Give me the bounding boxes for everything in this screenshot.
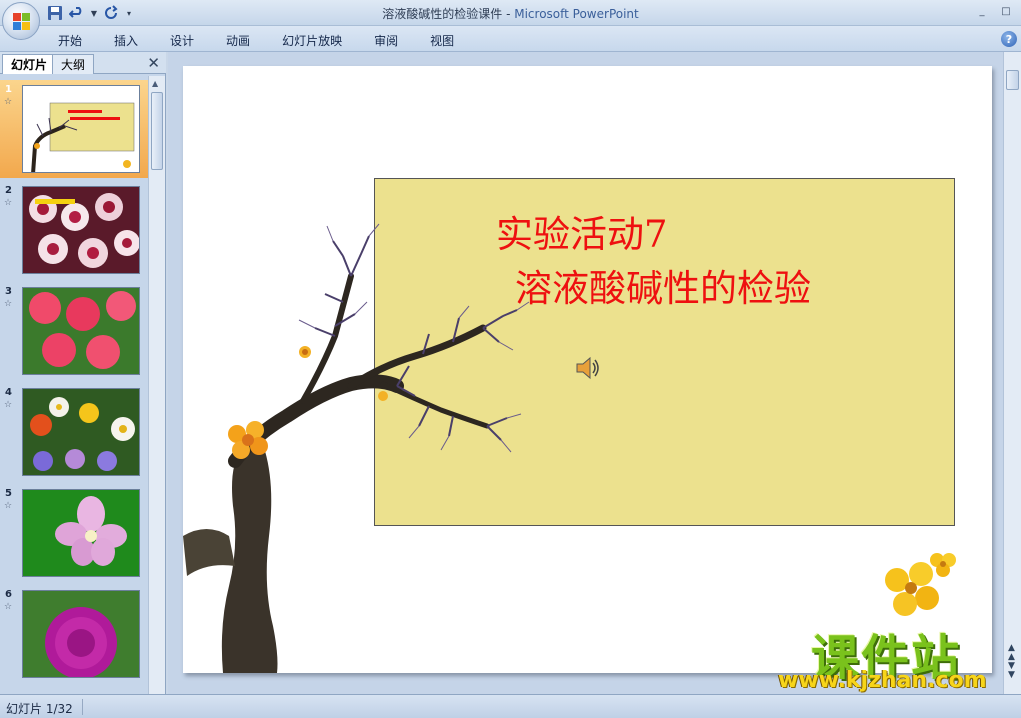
- slide-scrollbar[interactable]: ▲ ▲ ▼ ▼: [1003, 52, 1021, 694]
- watermark-url: www.kjzhan.com: [778, 668, 987, 693]
- tab-insert[interactable]: 插入: [102, 30, 150, 51]
- slide-thumbnail-1[interactable]: 1 ☆: [0, 80, 148, 178]
- powerpoint-window: ▼ ▾ 溶液酸碱性的检验课件 - Microsoft PowerPoint _ …: [0, 0, 1021, 718]
- ribbon: 开始 插入 设计 动画 幻灯片放映 审阅 视图 ?: [0, 26, 1021, 52]
- speaker-sound-icon[interactable]: [573, 354, 601, 382]
- scrollbar-thumb[interactable]: [1006, 70, 1019, 90]
- slide-canvas[interactable]: 实验活动7 溶液酸碱性的检验: [183, 66, 992, 673]
- slide-thumbnail-image: [22, 287, 140, 375]
- slide-title-line-2[interactable]: 溶液酸碱性的检验: [515, 258, 811, 312]
- pane-tabs: 幻灯片 大纲 ✕: [0, 52, 166, 74]
- office-logo-icon: [13, 13, 31, 31]
- tab-review[interactable]: 审阅: [362, 30, 410, 51]
- slide-thumbnail-4[interactable]: 4 ☆: [0, 383, 148, 481]
- office-button[interactable]: [2, 2, 40, 40]
- tab-animations[interactable]: 动画: [214, 30, 262, 51]
- window-controls: _ □: [971, 2, 1017, 20]
- slide-thumbnail-image: [22, 186, 140, 274]
- slides-pane: 幻灯片 大纲 ✕ 1 ☆ 2 ☆ 3 ☆ 4 ☆ 5 ☆ 6 ☆ ▲: [0, 52, 166, 694]
- animation-star-icon: ☆: [4, 400, 13, 410]
- slide-thumbnail-2[interactable]: 2 ☆: [0, 181, 148, 279]
- close-pane-icon[interactable]: ✕: [147, 54, 160, 72]
- minimize-button[interactable]: _: [971, 2, 993, 20]
- tab-home[interactable]: 开始: [46, 30, 94, 51]
- animation-star-icon: ☆: [4, 602, 13, 612]
- tab-view[interactable]: 视图: [418, 30, 466, 51]
- animation-star-icon: ☆: [4, 97, 13, 107]
- slide-thumbnail-5[interactable]: 5 ☆: [0, 484, 148, 582]
- tab-outline[interactable]: 大纲: [52, 54, 95, 74]
- previous-slide-icon[interactable]: ▲ ▲: [1008, 644, 1015, 662]
- yellow-flower-decoration: [885, 553, 956, 616]
- slide-number: 4: [5, 387, 12, 398]
- slide-number: 3: [5, 286, 12, 297]
- slide-thumbnail-3[interactable]: 3 ☆: [0, 282, 148, 380]
- help-icon[interactable]: ?: [1001, 31, 1017, 47]
- document-name: 溶液酸碱性的检验课件: [382, 7, 503, 21]
- animation-star-icon: ☆: [4, 501, 13, 511]
- slide-counter: 幻灯片 1/32: [6, 702, 73, 716]
- slide-thumbnail-image: [22, 388, 140, 476]
- slide-thumbnail-image: [22, 590, 140, 678]
- slide-editing-area: 实验活动7 溶液酸碱性的检验 ▲ ▲ ▼ ▼: [168, 52, 1021, 694]
- orange-flower: [228, 421, 268, 459]
- slide-title-line-1[interactable]: 实验活动7: [496, 204, 668, 258]
- next-slide-icon[interactable]: ▼ ▼: [1008, 662, 1015, 680]
- tab-slides[interactable]: 幻灯片: [2, 54, 57, 74]
- slide-thumbnail-list: 1 ☆ 2 ☆ 3 ☆ 4 ☆ 5 ☆ 6 ☆: [0, 76, 148, 694]
- slide-thumbnail-image: [22, 489, 140, 577]
- animation-star-icon: ☆: [4, 299, 13, 309]
- slide-number: 6: [5, 589, 12, 600]
- maximize-button[interactable]: □: [995, 2, 1017, 20]
- status-bar: 幻灯片 1/32: [0, 694, 1021, 718]
- title-separator: -: [502, 7, 515, 21]
- slide-number: 2: [5, 185, 12, 196]
- slide-number: 1: [5, 84, 12, 95]
- animation-star-icon: ☆: [4, 198, 13, 208]
- window-title: 溶液酸碱性的检验课件 - Microsoft PowerPoint: [0, 5, 1021, 22]
- scroll-up-icon[interactable]: ▲: [152, 79, 158, 88]
- status-divider: [82, 699, 83, 715]
- slide-thumbnail-6[interactable]: 6 ☆: [0, 585, 148, 683]
- slide-thumbnail-image: [22, 85, 140, 173]
- site-watermark: 课件站 www.kjzhan.com: [770, 618, 1002, 693]
- tab-design[interactable]: 设计: [158, 30, 206, 51]
- thumbnail-scrollbar[interactable]: ▲: [148, 76, 165, 694]
- application-name: Microsoft PowerPoint: [514, 7, 639, 21]
- tab-slide-show[interactable]: 幻灯片放映: [270, 30, 354, 51]
- ribbon-tabs: 开始 插入 设计 动画 幻灯片放映 审阅 视图: [46, 30, 474, 51]
- title-bar: ▼ ▾ 溶液酸碱性的检验课件 - Microsoft PowerPoint _ …: [0, 0, 1021, 26]
- scrollbar-thumb[interactable]: [151, 92, 163, 170]
- slide-number: 5: [5, 488, 12, 499]
